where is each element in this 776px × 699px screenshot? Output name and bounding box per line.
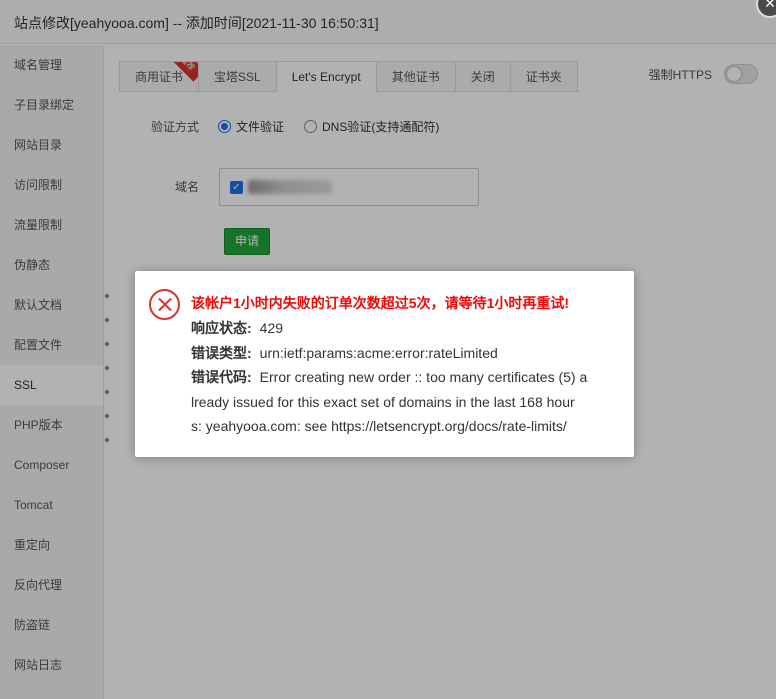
type-value: urn:ietf:params:acme:error:rateLimited: [259, 344, 498, 361]
response-status: 响应状态: 429: [191, 316, 614, 341]
code-label: 错误代码:: [191, 369, 252, 385]
type-label: 错误类型:: [191, 344, 252, 361]
error-title: 该帐户1小时内失败的订单次数超过5次，请等待1小时再重试!: [191, 295, 570, 311]
status-value: 429: [259, 320, 284, 336]
error-type: 错误类型: urn:ietf:params:acme:error:rateLimi…: [191, 341, 614, 366]
error-icon: [149, 289, 180, 320]
status-label: 响应状态:: [191, 320, 252, 336]
error-code-cont: lready issued for this exact set of doma…: [191, 393, 575, 410]
error-dialog: 该帐户1小时内失败的订单次数超过5次，请等待1小时再重试! 响应状态: 429 错…: [135, 271, 634, 457]
code-value: Error creating new order :: too many cer…: [259, 369, 588, 385]
error-code-cont: s: yeahyooa.com: see https://letsencrypt…: [191, 418, 567, 434]
error-code: 错误代码: Error creating new order :: too man…: [191, 365, 614, 390]
